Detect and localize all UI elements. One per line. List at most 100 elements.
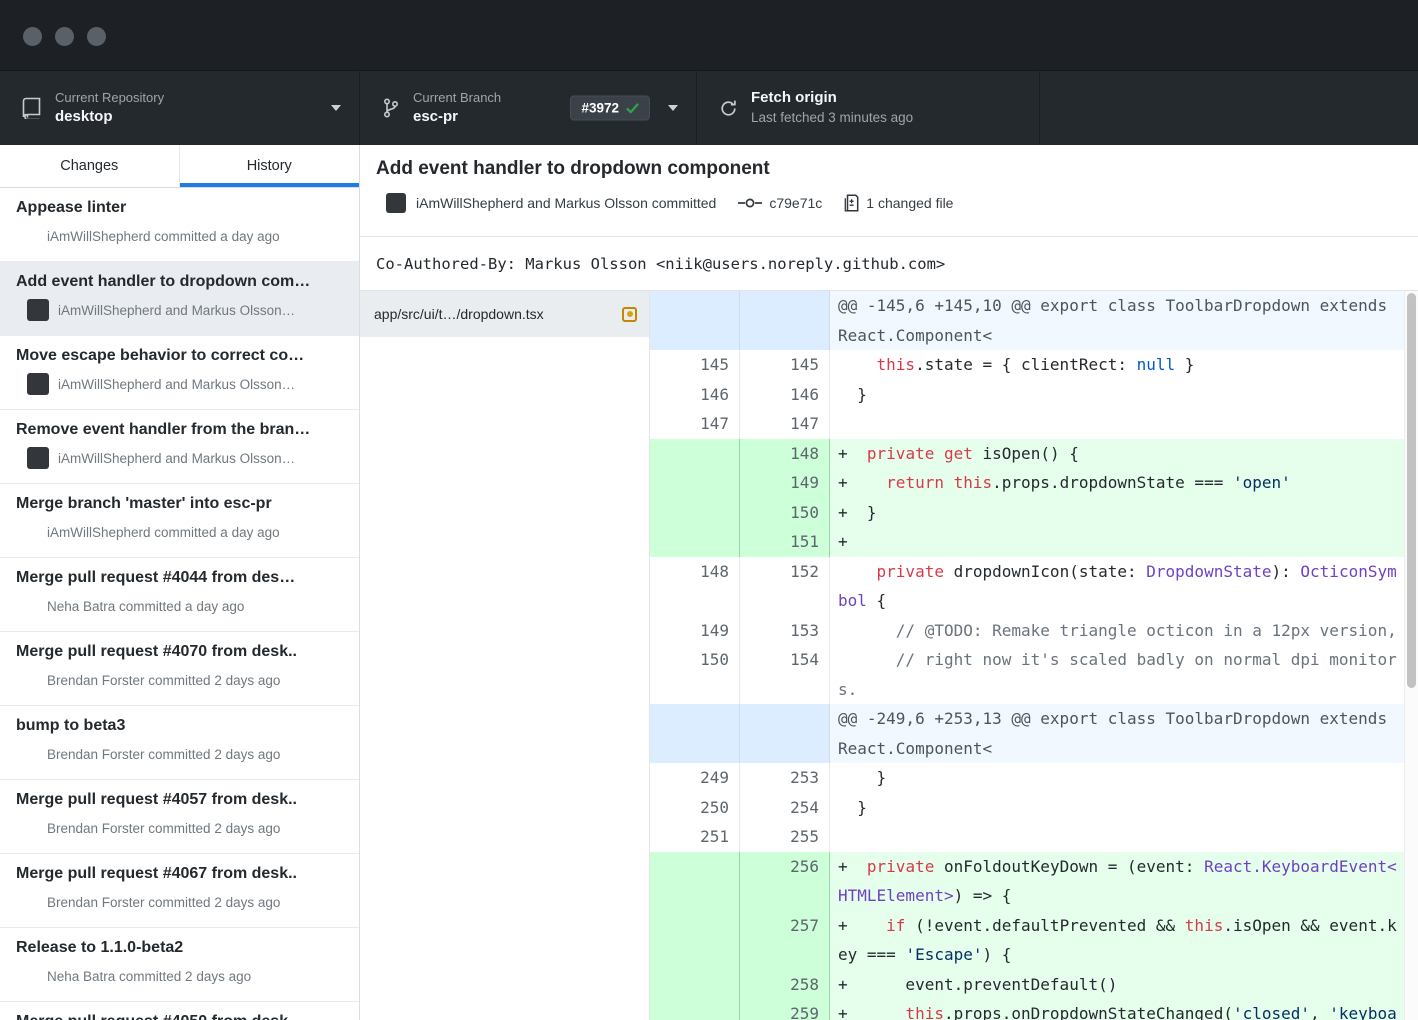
code-cell: // right now it's scaled badly on normal… [830,645,1404,704]
new-line-number: 258 [740,970,830,1000]
commit-list-item[interactable]: Merge branch 'master' into esc-priAmWill… [0,484,359,558]
old-line-number: 147 [650,409,740,439]
old-line-number: 145 [650,350,740,380]
commit-description: Co-Authored-By: Markus Olsson <niik@user… [360,237,1418,291]
code-cell: + } [830,498,1404,528]
commit-row-meta: iAmWillShepherd and Markus Olsson… [16,447,347,469]
commit-row-title: Merge pull request #4050 from desk.. [16,1012,347,1020]
old-line-number [650,291,740,350]
diff-row-added: 258+ event.preventDefault() [650,970,1404,1000]
changed-files-panel: app/src/ui/t…/dropdown.tsx [360,291,650,1020]
commit-row-title: Appease linter [16,198,347,218]
avatar [27,373,49,395]
commit-row-meta-text: Neha Batra committed 2 days ago [47,969,251,984]
diff-row-added: 151+ [650,527,1404,557]
diff-row-added: 256+ private onFoldoutKeyDown = (event: … [650,852,1404,911]
window-close-button[interactable] [23,27,42,46]
new-line-number: 253 [740,763,830,793]
avatar [27,447,49,469]
diff-row-context: 149153 // @TODO: Remake triangle octicon… [650,616,1404,646]
new-line-number: 254 [740,793,830,823]
old-line-number: 148 [650,557,740,616]
commit-list-item[interactable]: Merge pull request #4067 from desk..Bren… [0,854,359,928]
commit-list-item[interactable]: Merge pull request #4070 from desk..Bren… [0,632,359,706]
new-line-number [740,704,830,763]
code-cell: // @TODO: Remake triangle octicon in a 1… [830,616,1404,646]
commit-list-item[interactable]: Move escape behavior to correct co… iAmWi… [0,336,359,410]
repository-icon [22,97,42,119]
commit-list-item[interactable]: Appease linter iAmWillShepherd committed … [0,188,359,262]
commit-row-meta: iAmWillShepherd and Markus Olsson… [16,299,347,321]
commit-row-meta: iAmWillShepherd committed a day ago [16,225,347,247]
scrollbar-thumb[interactable] [1407,293,1416,688]
code-cell: private dropdownIcon(state: DropdownStat… [830,557,1404,616]
diff-view: @@ -145,6 +145,10 @@ export class Toolba… [650,291,1404,1020]
branch-label: Current Branch [413,90,501,106]
new-line-number: 145 [740,350,830,380]
avatar-pair [16,299,49,321]
commit-row-meta: iAmWillShepherd committed a day ago [16,521,347,543]
commit-list: Appease linter iAmWillShepherd committed … [0,188,359,1020]
avatar [16,965,38,987]
fetch-origin-button[interactable]: Fetch origin Last fetched 3 minutes ago [697,71,1040,145]
repository-name: desktop [55,108,164,127]
diff-scrollbar[interactable] [1404,291,1418,1020]
commit-list-item[interactable]: Add event handler to dropdown com… iAmWil… [0,262,359,336]
old-line-number [650,498,740,528]
commit-list-item[interactable]: Merge pull request #4050 from desk.. [0,1002,359,1020]
repository-dropdown-button[interactable]: Current Repository desktop [0,71,360,145]
tab-changes[interactable]: Changes [0,145,180,187]
sync-icon [719,99,738,118]
diff-row-added: 259+ this.props.onDropdownStateChanged('… [650,999,1404,1020]
diff-row-added: 150+ } [650,498,1404,528]
old-line-number [650,852,740,911]
old-line-number [650,439,740,469]
commit-row-meta: Neha Batra committed 2 days ago [16,965,347,987]
commit-list-item[interactable]: bump to beta3Brendan Forster committed 2… [0,706,359,780]
new-line-number [740,291,830,350]
code-cell: } [830,793,1404,823]
tab-history[interactable]: History [180,145,360,187]
history-sidebar: Changes History Appease linter iAmWillShe… [0,145,360,1020]
commit-row-title: Move escape behavior to correct co… [16,346,347,366]
pull-request-badge[interactable]: #3972 [570,96,650,121]
commit-row-meta-text: Brendan Forster committed 2 days ago [47,821,280,836]
commit-sha: c79e71c [769,195,822,211]
commit-list-item[interactable]: Release to 1.1.0-beta2 Neha Batra committ… [0,928,359,1002]
changed-files-count: 1 changed file [866,195,953,211]
code-cell: + event.preventDefault() [830,970,1404,1000]
code-cell [830,409,1404,439]
co-authored-by-text: Co-Authored-By: Markus Olsson <niik@user… [376,255,945,273]
new-line-number: 146 [740,380,830,410]
commit-row-title: Release to 1.1.0-beta2 [16,938,347,958]
commit-title-heading: Add event handler to dropdown component [376,158,1402,180]
window-minimize-button[interactable] [55,27,74,46]
tab-history-label: History [247,158,292,174]
git-branch-icon [382,97,400,119]
commit-row-meta-text: iAmWillShepherd and Markus Olsson… [58,377,295,392]
diff-row-added: 257+ if (!event.defaultPrevented && this… [650,911,1404,970]
code-cell: } [830,380,1404,410]
branch-dropdown-button[interactable]: Current Branch esc-pr #3972 [360,71,697,145]
old-line-number: 150 [650,645,740,704]
commit-list-item[interactable]: Merge pull request #4044 from des…Neha B… [0,558,359,632]
avatar [16,595,38,617]
code-cell: + private get isOpen() { [830,439,1404,469]
modified-status-icon [622,307,637,322]
code-cell: + private onFoldoutKeyDown = (event: Rea… [830,852,1404,911]
old-line-number: 250 [650,793,740,823]
old-line-number: 146 [650,380,740,410]
window-zoom-button[interactable] [87,27,106,46]
avatar-pair [16,373,49,395]
avatar [16,891,38,913]
diff-row-context: 249253 } [650,763,1404,793]
file-list-item[interactable]: app/src/ui/t…/dropdown.tsx [360,291,649,337]
commit-row-title: Add event handler to dropdown com… [16,272,347,292]
commit-list-item[interactable]: Merge pull request #4057 from desk..Bren… [0,780,359,854]
commit-row-meta-text: Neha Batra committed a day ago [47,599,244,614]
commit-list-item[interactable]: Remove event handler from the bran…iAmWi… [0,410,359,484]
avatar [16,817,38,839]
commit-summary: Add event handler to dropdown component … [360,145,1418,237]
diff-row-context: 250254 } [650,793,1404,823]
old-line-number [650,999,740,1020]
